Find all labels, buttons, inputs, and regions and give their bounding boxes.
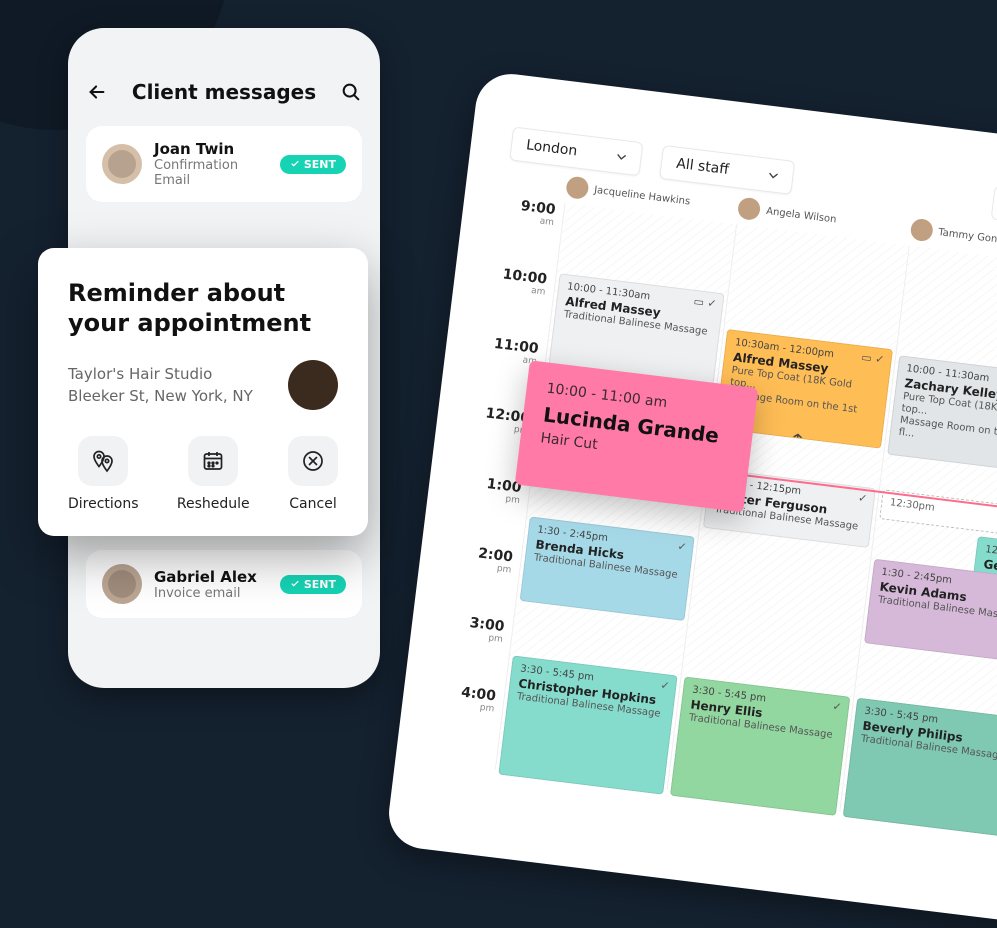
prev-button[interactable]	[991, 186, 997, 225]
tablet-mock: London All staff To Jacqueline Hawkins A…	[385, 70, 997, 925]
check-icon: ✓	[832, 700, 843, 714]
check-icon: ✓	[677, 540, 688, 554]
drag-handle-icon[interactable]	[790, 433, 806, 449]
appointment[interactable]: ✓ 3:30 - 5:45 pmHenry EllisTraditional B…	[670, 676, 850, 815]
message-item[interactable]: Gabriel Alex Invoice email SENT	[86, 550, 362, 618]
staff-dropdown[interactable]: All staff	[659, 145, 795, 195]
avatar	[565, 175, 590, 200]
status-badge: SENT	[280, 155, 346, 174]
calendar-slot[interactable]: 12:30pm ✛	[879, 489, 997, 539]
check-icon: ✓	[857, 491, 868, 505]
cancel-button[interactable]: Cancel	[288, 436, 338, 512]
page-title: Client messages	[132, 80, 316, 104]
avatar	[102, 144, 142, 184]
business-avatar	[288, 360, 338, 410]
reschedule-button[interactable]: Reshedule	[177, 436, 250, 512]
message-name: Gabriel Alex	[154, 568, 268, 586]
message-subject: Confirmation Email	[154, 158, 268, 188]
reminder-details: Taylor's Hair Studio Bleeker St, New Yor…	[68, 363, 253, 408]
close-icon	[288, 436, 338, 486]
reminder-card: Reminder about your appointment Taylor's…	[38, 248, 368, 536]
status-badge: SENT	[280, 575, 346, 594]
directions-button[interactable]: Directions	[68, 436, 139, 512]
message-item[interactable]: Joan Twin Confirmation Email SENT	[86, 126, 362, 202]
message-name: Joan Twin	[154, 140, 268, 158]
search-icon[interactable]	[340, 81, 362, 103]
check-icon: ✓	[660, 679, 671, 693]
appointment[interactable]: 💬 ▭ ✓ 10:00 - 11:30amZachary KelleyPure …	[887, 355, 997, 475]
pin-icon	[78, 436, 128, 486]
chevron-down-icon	[768, 170, 779, 181]
appointment[interactable]: ✓ 1:30 - 2:45pmBrenda HicksTraditional B…	[520, 516, 695, 621]
appointment[interactable]: ✓ 1:30 - 2:45pmKevin AdamsTraditional Ba…	[864, 559, 997, 664]
message-subject: Invoice email	[154, 586, 268, 601]
reminder-title: Reminder about your appointment	[68, 278, 338, 338]
chevron-down-icon	[616, 151, 627, 162]
appointment[interactable]: ✓ 3:30 - 5:45 pmBeverly PhilipsTradition…	[842, 698, 997, 837]
back-icon[interactable]	[86, 81, 108, 103]
avatar	[909, 218, 934, 243]
calendar-icon	[188, 436, 238, 486]
appointment[interactable]: ✓ 3:30 - 5:45 pmChristopher HopkinsTradi…	[498, 655, 678, 794]
location-dropdown[interactable]: London	[509, 126, 643, 176]
note-icon: ▭ ✓	[861, 351, 886, 367]
avatar	[102, 564, 142, 604]
avatar	[737, 197, 762, 222]
note-icon: ▭ ✓	[693, 295, 718, 311]
